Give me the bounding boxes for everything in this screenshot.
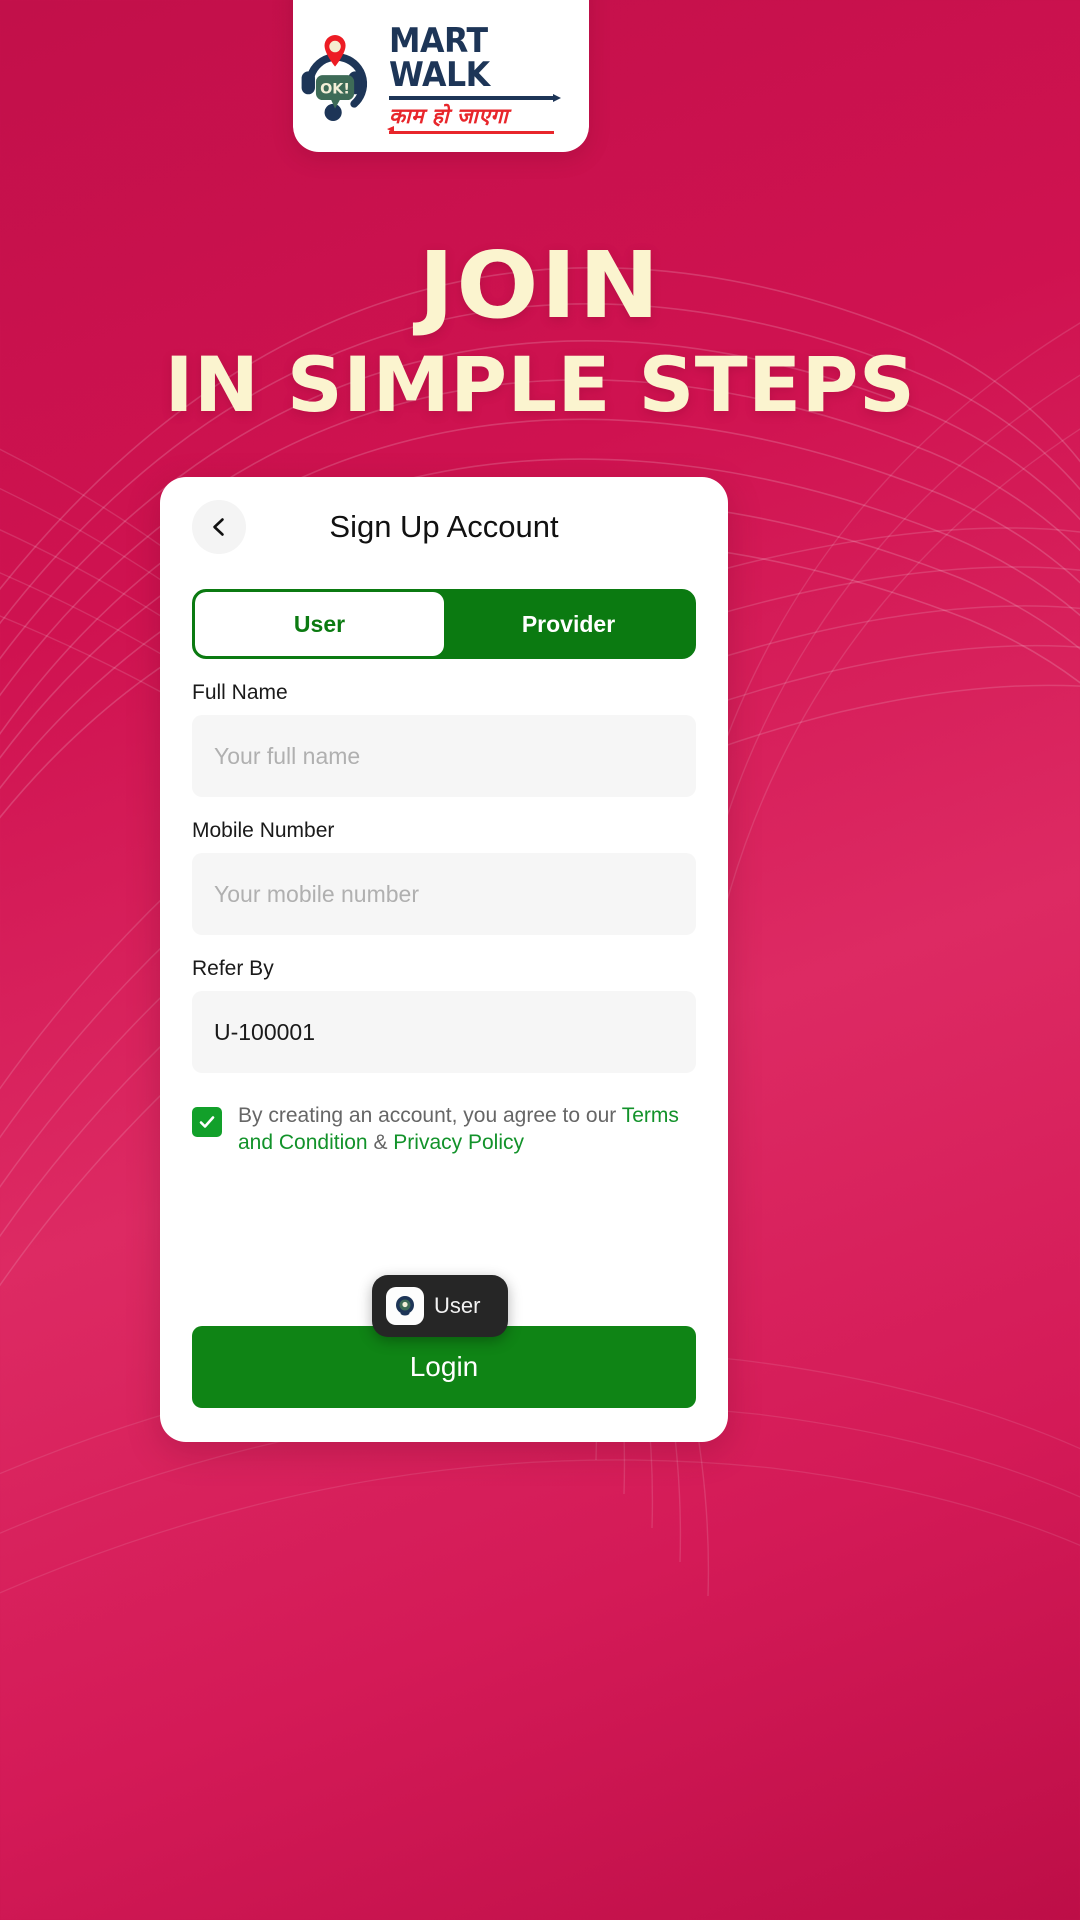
- field-mobile-number: Mobile Number: [192, 819, 696, 935]
- check-icon: [199, 1116, 215, 1128]
- logo-divider-red: [387, 126, 554, 134]
- hero-headline: JOIN IN SIMPLE STEPS: [0, 232, 1080, 429]
- terms-separator: &: [367, 1130, 394, 1154]
- back-button[interactable]: [192, 500, 246, 554]
- logo-divider-dark: [389, 93, 561, 102]
- login-button[interactable]: Login: [192, 1326, 696, 1408]
- terms-checkbox[interactable]: [192, 1107, 222, 1137]
- account-type-tabs: User Provider: [192, 589, 696, 659]
- mobile-number-label: Mobile Number: [192, 819, 335, 842]
- hero-line-steps: IN SIMPLE STEPS: [164, 340, 916, 429]
- field-full-name: Full Name: [192, 681, 696, 797]
- chevron-left-icon: [213, 518, 224, 536]
- tab-provider[interactable]: Provider: [444, 592, 693, 656]
- app-logo-glyph: [396, 1296, 414, 1316]
- refer-by-label: Refer By: [192, 957, 274, 980]
- autofill-suggestion-pill[interactable]: User: [372, 1275, 508, 1337]
- mobile-number-input[interactable]: [192, 853, 696, 935]
- hero-line-join: JOIN: [418, 232, 662, 339]
- logo-tagline: काम हो जाएगा: [389, 103, 509, 128]
- privacy-policy-link[interactable]: Privacy Policy: [393, 1131, 524, 1154]
- card-header: Sign Up Account: [192, 477, 696, 577]
- refer-by-input[interactable]: [192, 991, 696, 1073]
- page-title: Sign Up Account: [329, 509, 559, 544]
- brand-logo-card: OK! MART WALK काम हो जाएगा: [293, 0, 589, 152]
- full-name-input[interactable]: [192, 715, 696, 797]
- full-name-label: Full Name: [192, 681, 288, 704]
- autofill-pill-label: User: [434, 1293, 481, 1318]
- field-refer-by: Refer By: [192, 957, 696, 1073]
- terms-agreement: By creating an account, you agree to our…: [192, 1103, 696, 1157]
- tab-user[interactable]: User: [195, 592, 444, 656]
- terms-prefix: By creating an account, you agree to our: [238, 1104, 622, 1127]
- app-logo-icon: [386, 1287, 424, 1325]
- mart-walk-logo-icon: OK!: [301, 34, 368, 121]
- logo-title: MART WALK: [389, 20, 490, 95]
- svg-text:OK!: OK!: [320, 81, 350, 97]
- terms-text: By creating an account, you agree to our…: [238, 1103, 696, 1157]
